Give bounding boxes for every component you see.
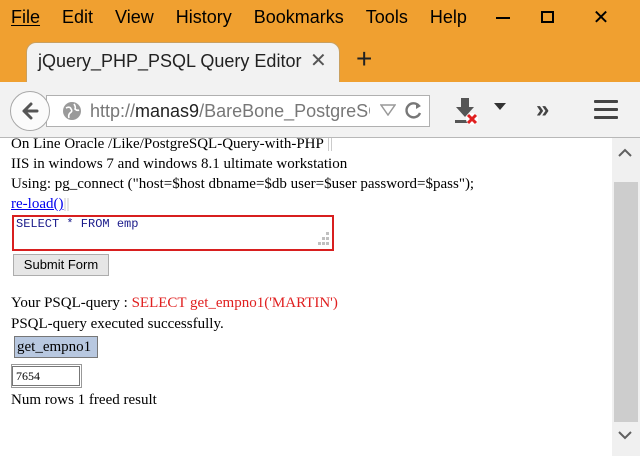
download-menu-chevron-icon[interactable] <box>494 103 506 110</box>
result-footer: Num rows 1 freed result <box>11 392 157 408</box>
intro-line-3: Using: pg_connect ("host=$host dbname=$d… <box>11 176 475 192</box>
query-text[interactable]: SELECT * FROM emp <box>16 217 138 231</box>
url-dropdown-icon[interactable] <box>380 104 396 116</box>
minimize-icon <box>496 17 510 19</box>
hamburger-menu-icon[interactable] <box>594 100 618 124</box>
scroll-up-icon[interactable] <box>618 148 632 158</box>
menu-history[interactable]: History <box>165 0 243 34</box>
url-host: manas9 <box>135 101 200 121</box>
back-button[interactable] <box>10 91 50 131</box>
tab-title: jQuery_PHP_PSQL Query Editor <box>38 51 302 71</box>
menu-tools[interactable]: Tools <box>355 0 419 34</box>
submit-button[interactable]: Submit Form <box>13 254 109 276</box>
download-blocked-icon[interactable] <box>452 96 478 126</box>
your-query-line: Your PSQL-query : SELECT get_empno1('MAR… <box>11 294 338 312</box>
minimize-button[interactable] <box>480 0 526 34</box>
url-prefix: http:// <box>90 101 136 121</box>
intro-line-1: On Line Oracle /Like/PostgreSQL-Query-wi… <box>11 135 333 153</box>
your-query-label: Your PSQL-query : <box>11 295 132 311</box>
result-cell: 7654 <box>12 366 80 386</box>
scroll-down-icon[interactable] <box>618 430 632 440</box>
maximize-icon <box>540 11 554 23</box>
menu-edit[interactable]: Edit <box>51 0 104 34</box>
menu-help[interactable]: Help <box>419 0 478 34</box>
separator: || <box>327 136 334 152</box>
back-arrow-icon <box>22 102 39 120</box>
tab-close-icon[interactable]: ✕ <box>310 50 327 72</box>
menu-items: File Edit View History Bookmarks Tools H… <box>0 0 478 34</box>
result-column-header: get_empno1 <box>14 336 98 358</box>
globe-icon[interactable] <box>62 101 82 121</box>
new-tab-button[interactable]: + <box>356 44 372 74</box>
status-message: PSQL-query executed successfully. <box>11 316 224 332</box>
reload-icon[interactable] <box>404 101 424 121</box>
menu-bookmarks[interactable]: Bookmarks <box>243 0 355 34</box>
menu-view[interactable]: View <box>104 0 165 34</box>
menu-file[interactable]: File <box>0 0 51 34</box>
intro-title: On Line Oracle /Like/PostgreSQL-Query-wi… <box>11 136 324 152</box>
menu-bar: File Edit View History Bookmarks Tools H… <box>0 0 640 34</box>
close-icon: ✕ <box>592 6 610 29</box>
scrollbar-thumb[interactable] <box>614 182 638 422</box>
url-path: /BareBone_PostgreSC <box>199 101 370 121</box>
resize-grip-icon[interactable] <box>314 230 332 248</box>
intro-line-2: IIS in windows 7 and windows 8.1 ultimat… <box>11 156 348 172</box>
separator: || <box>63 196 70 212</box>
your-query-sql: SELECT get_empno1('MARTIN') <box>131 295 338 311</box>
url-text[interactable]: http://manas9/BareBone_PostgreSC <box>90 99 370 123</box>
reload-row: re-load()|| <box>11 195 69 213</box>
maximize-button[interactable] <box>524 0 570 34</box>
reload-link[interactable]: re-load() <box>11 196 63 212</box>
close-window-button[interactable]: ✕ <box>572 0 630 34</box>
overflow-chevron-icon[interactable]: » <box>536 96 550 124</box>
